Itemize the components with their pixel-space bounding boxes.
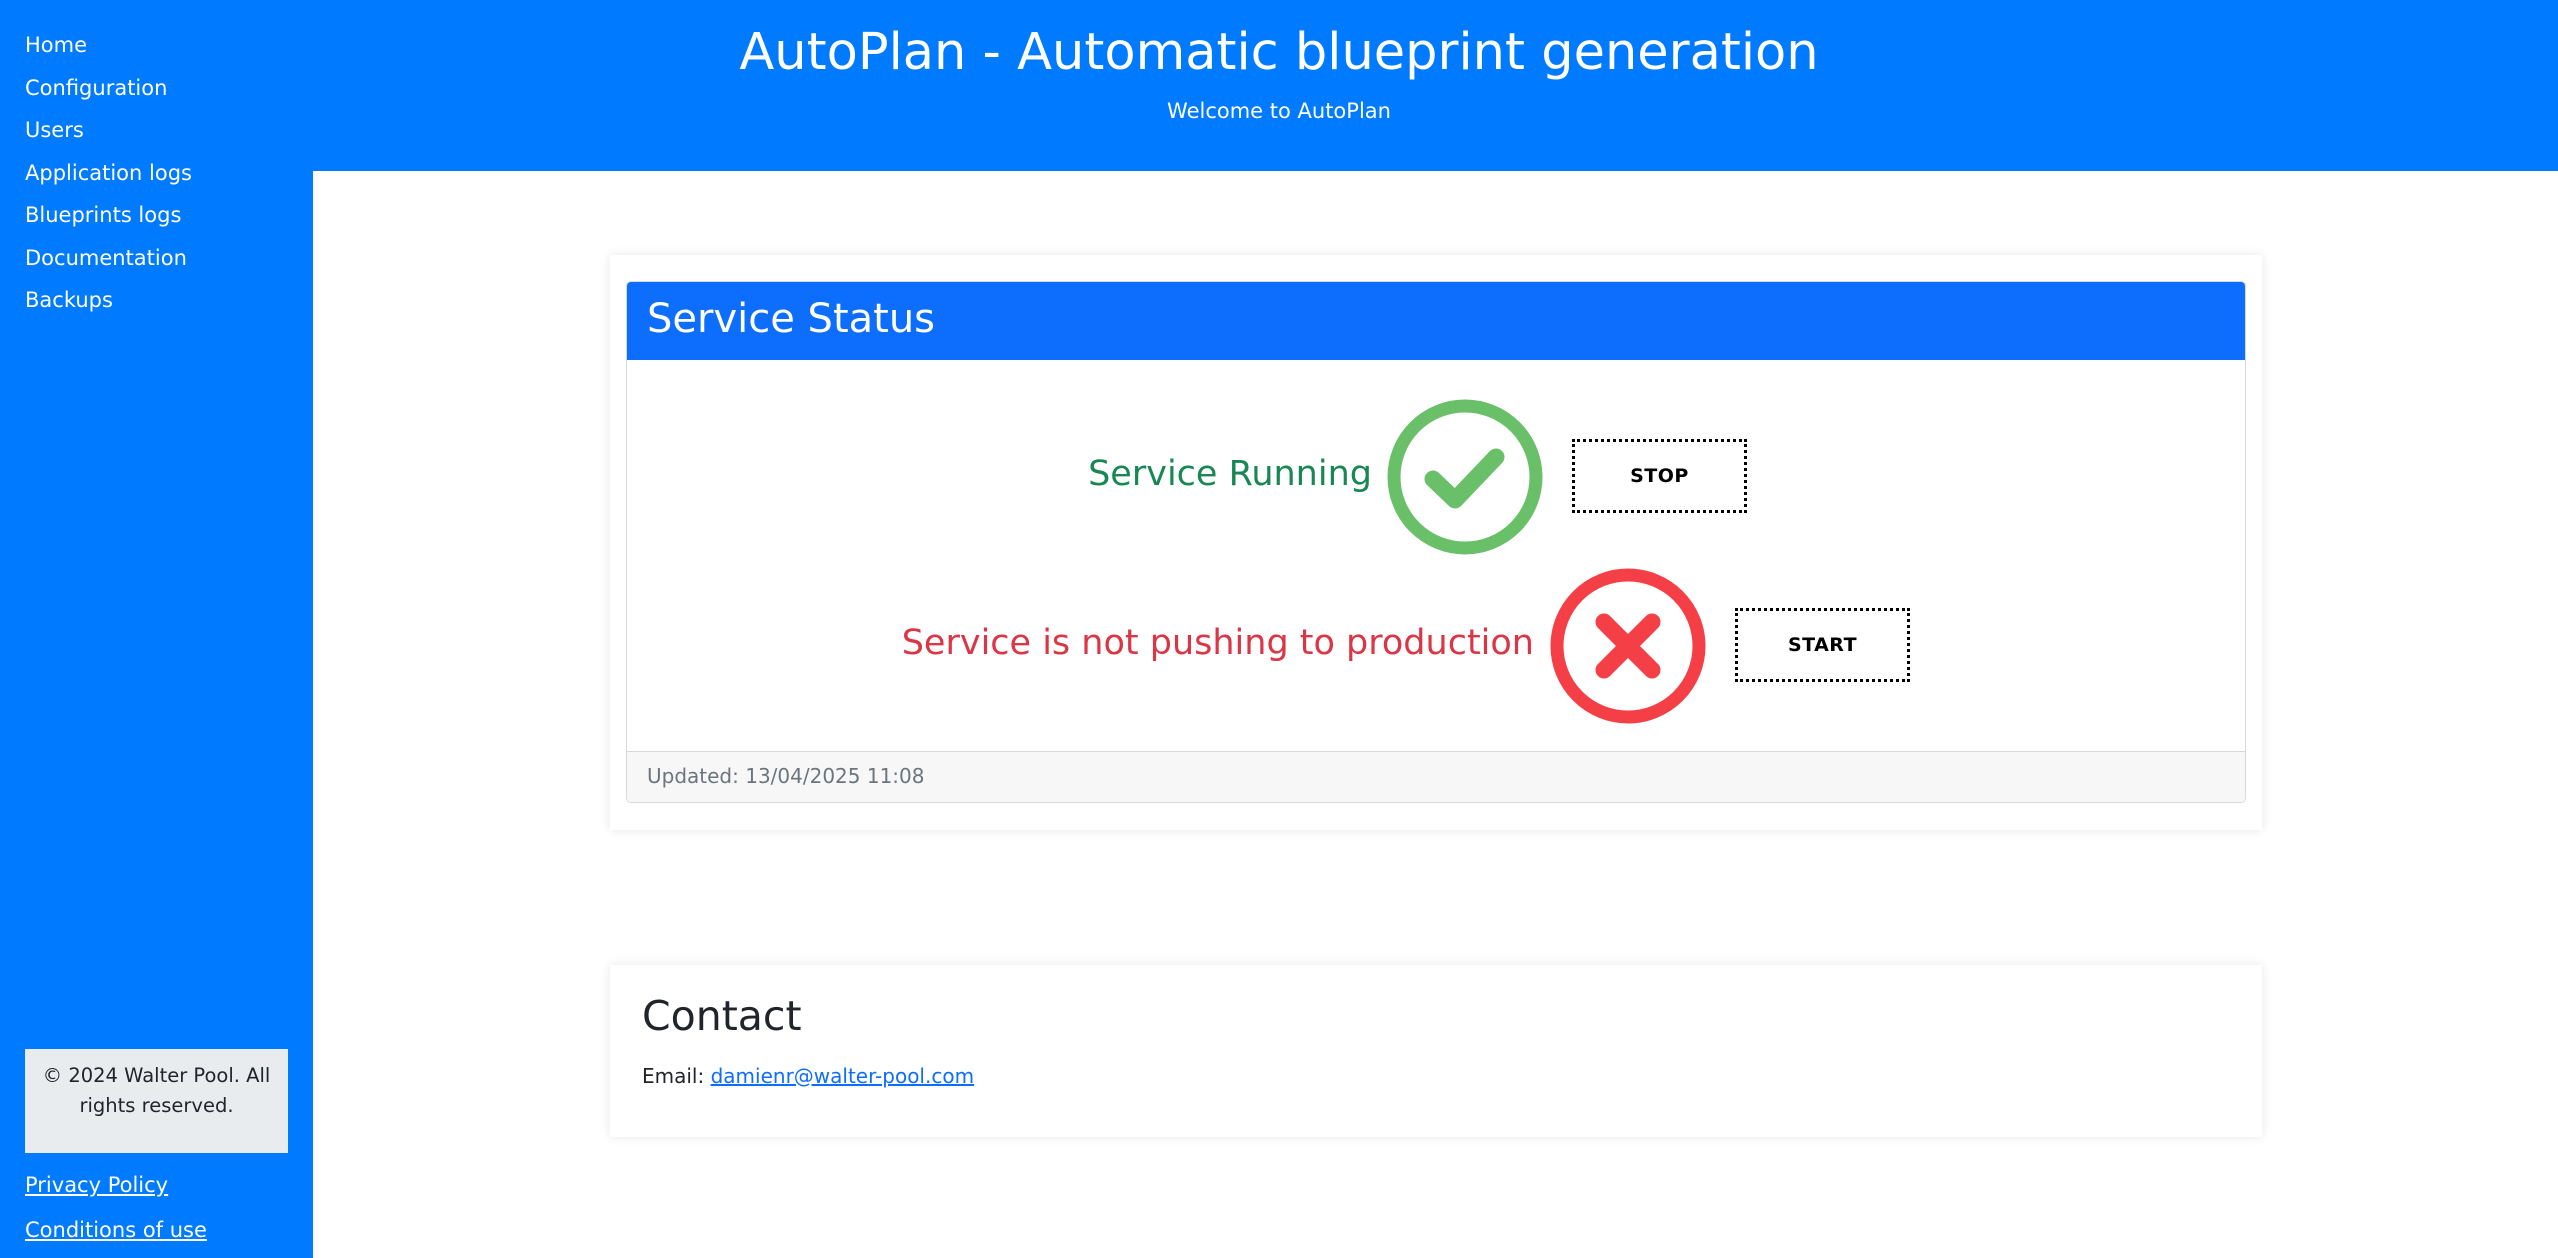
contact-section: Contact Email: damienr@walter-pool.com bbox=[610, 965, 2262, 1137]
production-status-label: Service is not pushing to production bbox=[901, 623, 1534, 663]
conditions-of-use-link[interactable]: Conditions of use bbox=[25, 1208, 207, 1253]
privacy-policy-link[interactable]: Privacy Policy bbox=[25, 1163, 207, 1208]
contact-email-line: Email: damienr@walter-pool.com bbox=[642, 1061, 974, 1091]
nav-documentation[interactable]: Documentation bbox=[25, 237, 192, 280]
email-label: Email: bbox=[642, 1064, 705, 1088]
page-header: AutoPlan - Automatic blueprint generatio… bbox=[313, 0, 2558, 171]
contact-title: Contact bbox=[642, 992, 802, 1040]
service-running-label: Service Running bbox=[1088, 454, 1372, 494]
service-status-card: Service Status Service Running STOP Serv… bbox=[626, 281, 2246, 803]
check-circle-icon bbox=[1387, 399, 1543, 555]
service-status-title: Service Status bbox=[627, 282, 2245, 360]
stop-button[interactable]: STOP bbox=[1572, 439, 1747, 513]
nav-backups[interactable]: Backups bbox=[25, 279, 192, 322]
nav-application-logs[interactable]: Application logs bbox=[25, 152, 192, 195]
page-title: AutoPlan - Automatic blueprint generatio… bbox=[739, 23, 1819, 82]
copyright-notice: © 2024 Walter Pool. All rights reserved. bbox=[25, 1049, 288, 1153]
production-row: Service is not pushing to production STA… bbox=[627, 568, 2245, 724]
nav-configuration[interactable]: Configuration bbox=[25, 67, 192, 110]
service-status-section: Service Status Service Running STOP Serv… bbox=[610, 255, 2262, 830]
nav-blueprints-logs[interactable]: Blueprints logs bbox=[25, 194, 192, 237]
footer-links: Privacy Policy Conditions of use bbox=[25, 1163, 207, 1253]
last-updated: Updated: 13/04/2025 11:08 bbox=[627, 751, 2245, 802]
start-button[interactable]: START bbox=[1735, 608, 1910, 682]
service-running-row: Service Running STOP bbox=[627, 399, 2245, 555]
email-link[interactable]: damienr@walter-pool.com bbox=[711, 1064, 974, 1088]
sidebar-nav: Home Configuration Users Application log… bbox=[25, 24, 192, 322]
sidebar: Home Configuration Users Application log… bbox=[0, 0, 313, 1258]
page-subtitle: Welcome to AutoPlan bbox=[1167, 99, 1391, 123]
x-circle-icon bbox=[1550, 568, 1706, 724]
nav-home[interactable]: Home bbox=[25, 24, 192, 67]
nav-users[interactable]: Users bbox=[25, 109, 192, 152]
